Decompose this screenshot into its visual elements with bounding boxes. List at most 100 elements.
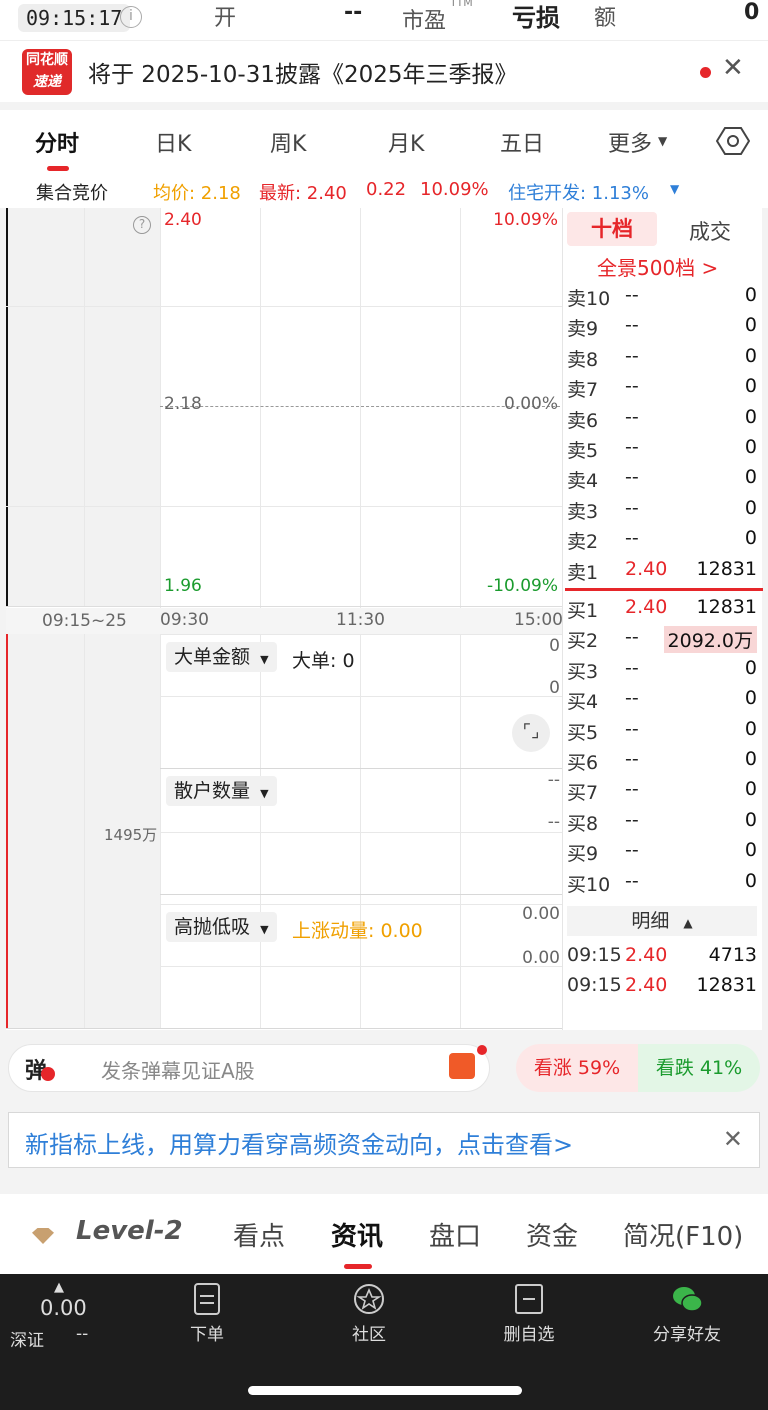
danmaku-input[interactable]: 弹 发条弹幕见证A股 (8, 1044, 490, 1092)
buy-level-price: -- (625, 748, 639, 770)
axis-val-b: 0.00 (522, 948, 560, 968)
sell-level-row[interactable]: 卖10 -- 0 (567, 282, 761, 312)
buy-level-label: 买7 (567, 782, 599, 805)
grid-line (6, 1028, 562, 1029)
help-icon[interactable]: ? (133, 216, 151, 234)
buy-level-row[interactable]: 买7 -- 0 (567, 776, 761, 806)
announcement-text[interactable]: 将于 2025-10-31披露《2025年三季报》 (88, 55, 518, 89)
home-indicator[interactable] (248, 1386, 522, 1395)
detail-header[interactable]: 明细 ▲ (567, 906, 757, 936)
axis-zero-b: 0 (549, 678, 560, 698)
sell-level-volume: 0 (744, 436, 757, 458)
tab-intraday[interactable]: 分时 (35, 126, 79, 158)
retail-count-dropdown[interactable]: 散户数量 ▼ (166, 776, 277, 806)
buy-level-row[interactable]: 买9 -- 0 (567, 837, 761, 867)
community-button[interactable]: 社区 (314, 1282, 424, 1345)
sell-level-row[interactable]: 卖3 -- 0 (567, 495, 761, 525)
bearish-label: 看跌 41% (655, 1057, 743, 1079)
buy-level-volume: 0 (744, 748, 757, 770)
settings-hex-icon[interactable] (716, 124, 750, 158)
tab-trades[interactable]: 成交 (689, 216, 731, 246)
buy-level-label: 买1 (567, 600, 599, 622)
sector-change[interactable]: 住宅开发: 1.13% (508, 179, 649, 205)
amount-label: 额 (594, 6, 617, 31)
sell-level-price: -- (625, 466, 639, 489)
announcement-bar[interactable]: 同花顺 速递 将于 2025-10-31披露《2025年三季报》 ✕ (0, 40, 768, 102)
remove-favorite-button[interactable]: 删自选 (474, 1282, 584, 1345)
pct-change: 10.09% (420, 179, 489, 200)
sector-caret-icon[interactable]: ▼ (670, 182, 679, 196)
buy-level-volume: 12831 (696, 596, 757, 618)
sell-level-row[interactable]: 卖2 -- 0 (567, 525, 761, 555)
close-icon[interactable]: ✕ (723, 1125, 743, 1153)
tab-highlights[interactable]: 看点 (233, 1216, 285, 1253)
sell-level-row[interactable]: 卖6 -- 0 (567, 404, 761, 434)
expand-icon[interactable]: ⌜⌟ (512, 714, 550, 752)
active-tab-indicator (47, 166, 69, 171)
buy-level-label: 买5 (567, 721, 599, 744)
detail-label: 明细 (631, 910, 670, 932)
trade-t: 09:15 (567, 944, 622, 966)
share-button[interactable]: 分享好友 (632, 1282, 742, 1345)
order-button[interactable]: 下单 (152, 1282, 262, 1345)
sell-level-volume: 0 (744, 375, 757, 398)
sell-level-row[interactable]: 卖7 -- 0 (567, 373, 761, 403)
latest-price: 最新: 2.40 (259, 183, 347, 204)
sell-level-row[interactable]: 卖9 -- 0 (567, 312, 761, 342)
bearish-button[interactable]: 看跌 41% (638, 1044, 760, 1092)
tab-orderbook[interactable]: 盘口 (429, 1216, 481, 1253)
buy-level-row[interactable]: 买8 -- 0 (567, 807, 761, 837)
buy-level-price: -- (625, 626, 639, 649)
gift-icon[interactable] (449, 1053, 475, 1079)
tab-f10[interactable]: 简况(F10) (623, 1216, 743, 1253)
document-icon (194, 1283, 220, 1315)
bullish-button[interactable]: 看涨 59% (516, 1044, 638, 1092)
tab-ten-levels[interactable]: 十档 (567, 212, 657, 246)
pct-mid: 0.00% (503, 394, 558, 414)
buy-level-volume: 0 (744, 869, 757, 892)
buy-level-volume: 0 (744, 778, 757, 801)
buy-level-label: 买2 (567, 630, 599, 653)
sell-level-row[interactable]: 卖8 -- 0 (567, 343, 761, 373)
big-order-dropdown[interactable]: 大单金额 ▼ (166, 642, 277, 672)
intraday-chart[interactable]: ? 2.40 2.18 1.96 10.09% 0.00% -10.09% 09… (6, 208, 563, 1030)
sell-level-row[interactable]: 卖1 2.40 12831 (567, 556, 761, 586)
trade-row: 09:15 2.40 12831 (567, 972, 761, 1002)
promo-banner[interactable]: 新指标上线，用算力看穿高频资金动向，点击查看> ✕ (8, 1112, 760, 1168)
current-time: 09:15:17 (18, 4, 131, 32)
hilo-dropdown[interactable]: 高抛低吸 ▼ (166, 912, 277, 942)
sell-level-row[interactable]: 卖5 -- 0 (567, 434, 761, 464)
axis-zero-a: 0 (549, 636, 560, 656)
tab-more[interactable]: 更多 (608, 126, 652, 158)
tab-news[interactable]: 资讯 (331, 1216, 383, 1253)
buy-level-row[interactable]: 买2 -- 2092.0万 (567, 624, 761, 654)
sell-level-price: -- (625, 314, 639, 337)
buy-level-price: -- (625, 778, 639, 801)
buy-level-row[interactable]: 买5 -- 0 (567, 716, 761, 746)
promo-text[interactable]: 新指标上线，用算力看穿高频资金动向，点击查看> (25, 1125, 573, 1160)
index-widget[interactable]: ▲ 0.00 深证 -- (0, 1274, 120, 1354)
buy-level-row[interactable]: 买3 -- 0 (567, 655, 761, 685)
tab-monthly-k[interactable]: 月K (388, 126, 424, 158)
buy-level-label: 买10 (567, 873, 611, 896)
buy-level-row[interactable]: 买4 -- 0 (567, 685, 761, 715)
buy-level-row[interactable]: 买10 -- 0 (567, 868, 761, 898)
tab-funds[interactable]: 资金 (526, 1216, 578, 1253)
buy-level-row[interactable]: 买1 2.40 12831 (567, 594, 761, 624)
tab-weekly-k[interactable]: 周K (270, 126, 306, 158)
loss-label: 亏损 (512, 4, 560, 32)
hilo-label: 高抛低吸 (174, 916, 251, 938)
close-icon[interactable]: ✕ (722, 53, 744, 83)
more-caret-icon: ▼ (658, 134, 668, 148)
tab-five-day[interactable]: 五日 (500, 126, 544, 158)
grid-line (160, 832, 562, 833)
sell-level-label: 卖1 (567, 561, 599, 584)
tab-daily-k[interactable]: 日K (155, 126, 191, 158)
buy-level-row[interactable]: 买6 -- 0 (567, 746, 761, 776)
sell-level-price: 2.40 (625, 557, 668, 580)
grid-line (6, 306, 562, 307)
tab-level2[interactable]: Level-2 (76, 1216, 183, 1246)
sell-level-row[interactable]: 卖4 -- 0 (567, 464, 761, 494)
info-icon[interactable]: i (120, 6, 142, 28)
panorama-link[interactable]: 全景500档 > (597, 252, 718, 281)
